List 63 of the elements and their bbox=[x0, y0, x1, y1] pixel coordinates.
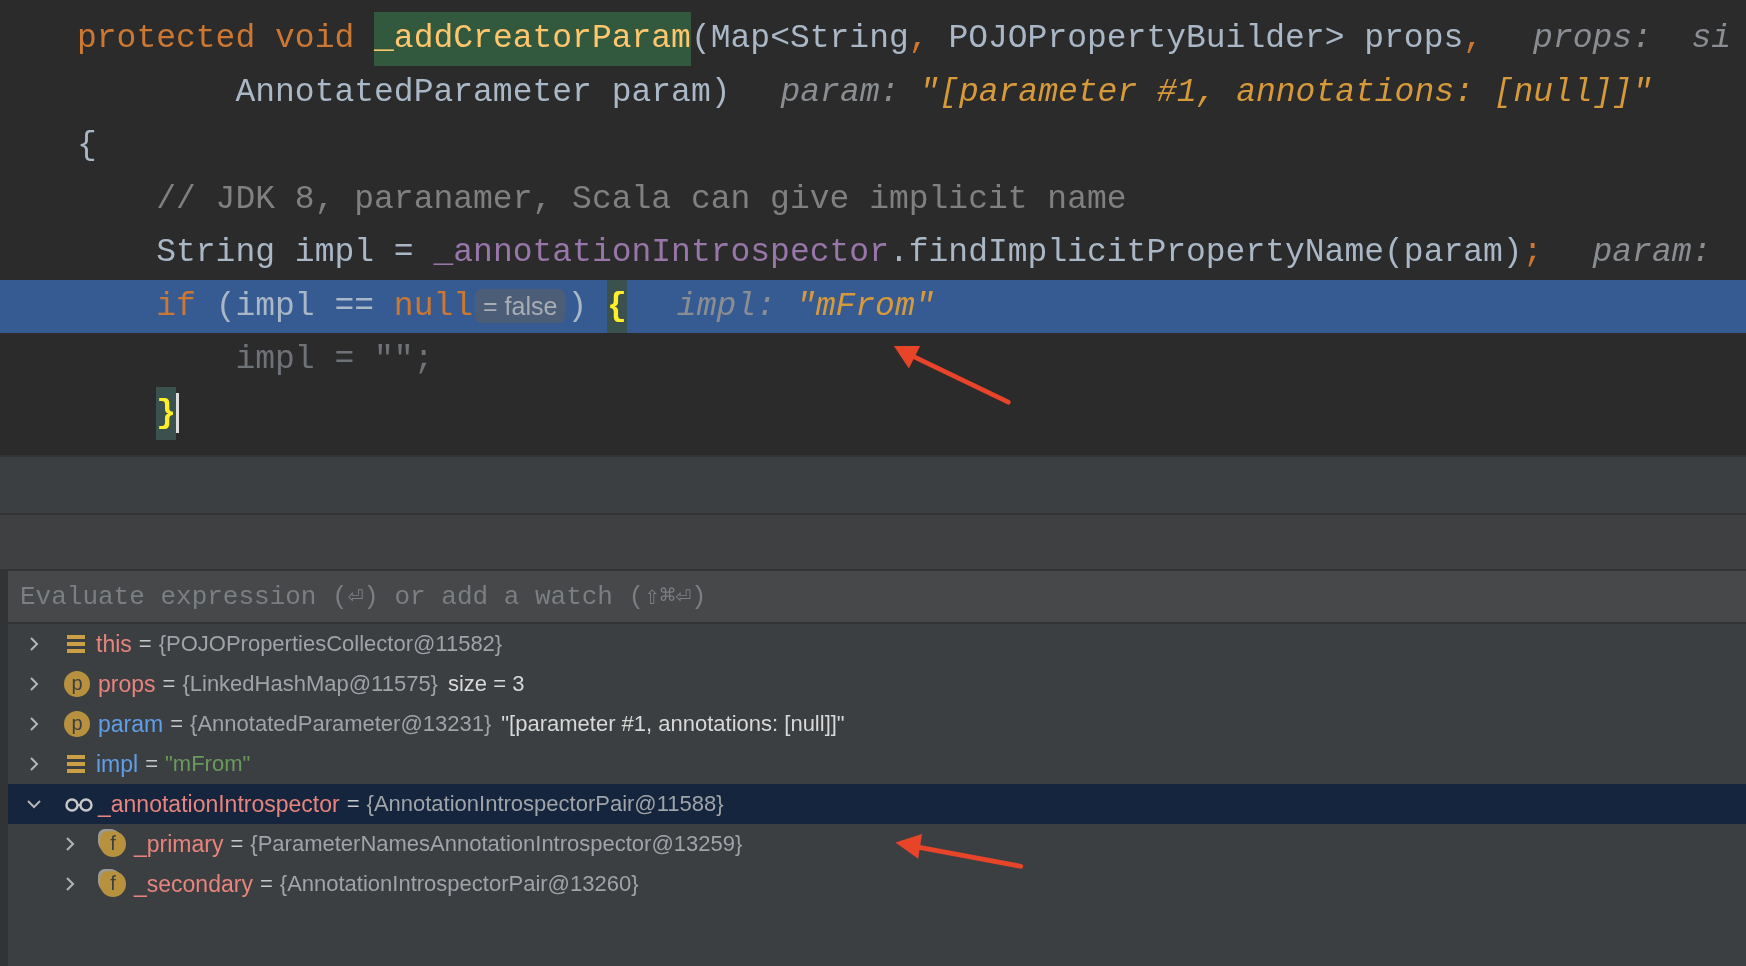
inline-hint: param: "[parameter #1, annotations: [null]]" bbox=[780, 72, 1653, 113]
variable-name: impl bbox=[96, 750, 139, 778]
equals-sign: = bbox=[346, 791, 360, 817]
evaluate-expression-field[interactable]: Evaluate expression (⏎) or add a watch (⇧⌘⏎) bbox=[8, 569, 1746, 624]
field-icon: f bbox=[100, 871, 126, 897]
code-text: (Map<String bbox=[690, 19, 909, 59]
parameter-icon: p bbox=[64, 671, 90, 697]
equals-sign: = bbox=[170, 711, 184, 737]
equals-sign: = bbox=[230, 831, 244, 857]
method-name: _addCreatorParam bbox=[374, 12, 691, 66]
variable-row[interactable]: this = {POJOPropertiesCollector@11582} bbox=[8, 624, 1746, 664]
equals-sign: = bbox=[138, 631, 152, 657]
variable-name: props bbox=[98, 670, 156, 698]
value-summary: "[parameter #1, annotations: [null]]" bbox=[501, 711, 845, 737]
variable-name: _primary bbox=[134, 830, 224, 858]
inline-hint: param: bbox=[1592, 233, 1712, 273]
equals-sign: = bbox=[259, 871, 273, 897]
variable-name: _secondary bbox=[134, 870, 253, 898]
variable-value: {LinkedHashMap@11575} bbox=[182, 671, 438, 697]
variable-row[interactable]: _annotationIntrospector = {AnnotationIntrospectorPair@11588} bbox=[8, 784, 1746, 824]
field-name: _annotationIntrospector bbox=[433, 233, 889, 273]
code-text: impl = ""; bbox=[234, 340, 434, 380]
variable-name: _annotationIntrospector bbox=[98, 790, 340, 818]
glasses-icon bbox=[64, 795, 94, 813]
code-text: .findImplicitPropertyName(param) bbox=[888, 233, 1523, 273]
code-keyword: , bbox=[908, 19, 930, 59]
inline-hint: props: si bbox=[1533, 19, 1732, 59]
code-text: AnnotatedParameter param) bbox=[234, 72, 731, 113]
stack-icon bbox=[64, 632, 88, 656]
code-keyword: protected void bbox=[77, 19, 356, 59]
code-comment: // JDK 8, paranamer, Scala can give implicit name bbox=[155, 179, 1127, 220]
code-keyword: null bbox=[393, 286, 474, 327]
field-icon: f bbox=[100, 831, 126, 857]
code-keyword: , bbox=[1463, 19, 1484, 59]
variable-row[interactable]: f _primary = {ParameterNamesAnnotationIntrospector@13259} bbox=[8, 824, 1746, 864]
code-keyword: if bbox=[155, 286, 197, 327]
code-keyword: ; bbox=[1522, 233, 1543, 273]
matched-brace: } bbox=[156, 386, 176, 440]
variable-row[interactable]: impl = "mFrom" bbox=[8, 744, 1746, 784]
variable-value: {AnnotatedParameter@13231} bbox=[190, 711, 492, 737]
inline-value-badge: = false bbox=[475, 289, 566, 324]
value-summary: size = 3 bbox=[447, 671, 525, 697]
variable-row[interactable]: p param = {AnnotatedParameter@13231} "[parameter #1, annotations: [null]]" bbox=[8, 704, 1746, 744]
code-text: (impl == bbox=[215, 286, 376, 327]
matched-brace: { bbox=[607, 279, 627, 333]
variable-row[interactable]: p props = {LinkedHashMap@11575} size = 3 bbox=[8, 664, 1746, 704]
variable-value: {AnnotationIntrospectorPair@11588} bbox=[366, 791, 724, 817]
variable-name: param bbox=[98, 710, 164, 738]
variable-name: this bbox=[96, 630, 132, 658]
code-text: String impl = bbox=[155, 233, 415, 273]
variable-value: {POJOPropertiesCollector@11582} bbox=[158, 631, 503, 657]
equals-sign: = bbox=[145, 751, 159, 777]
parameter-icon: p bbox=[64, 711, 90, 737]
variable-value: {ParameterNamesAnnotationIntrospector@13259} bbox=[250, 831, 743, 857]
equals-sign: = bbox=[162, 671, 176, 697]
code-text: POJOPropertyBuilder> props bbox=[948, 19, 1464, 59]
inline-hint: impl: "mFrom" bbox=[676, 286, 935, 327]
variable-value: "mFrom" bbox=[165, 751, 251, 777]
variable-row[interactable]: f _secondary = {AnnotationIntrospectorPair@13260} bbox=[8, 864, 1746, 904]
stack-icon bbox=[64, 752, 88, 776]
code-text: ) bbox=[567, 286, 589, 327]
variable-value: {AnnotationIntrospectorPair@13260} bbox=[279, 871, 639, 897]
code-text: { bbox=[77, 126, 97, 166]
